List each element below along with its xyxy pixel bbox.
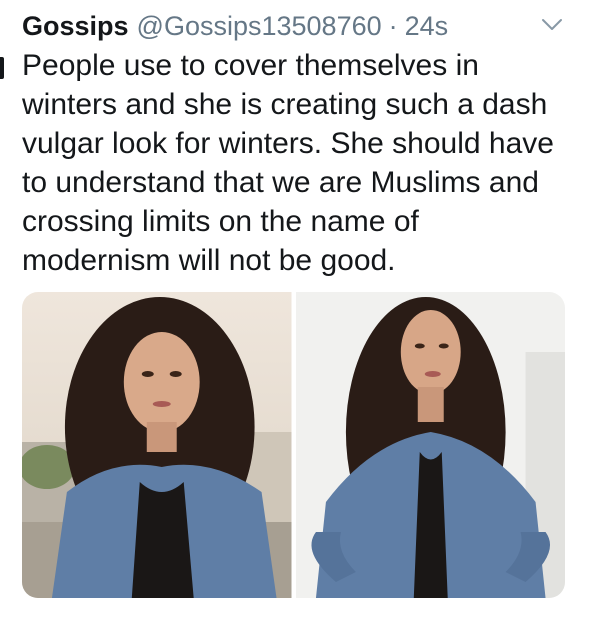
tweet-text: People use to cover themselves in winter…: [22, 46, 567, 280]
media-photo-1[interactable]: [22, 292, 292, 598]
author-name[interactable]: Gossips: [22, 11, 129, 42]
photo-woman-denim-outdoor: [22, 292, 292, 598]
thread-indicator: [0, 57, 4, 79]
tweet-header: Gossips @Gossips13508760 · 24s: [22, 8, 579, 44]
separator-dot: ·: [388, 10, 398, 41]
tweet-text-line: to understand that we are Muslims and: [22, 166, 539, 199]
author-handle[interactable]: @Gossips13508760: [137, 11, 382, 42]
tweet-timestamp[interactable]: 24s: [405, 11, 449, 42]
tweet-media[interactable]: [22, 292, 565, 598]
tweet-text-line: modernism will not be good.: [22, 244, 396, 277]
chevron-down-icon[interactable]: [541, 18, 563, 32]
media-photo-2[interactable]: [295, 292, 565, 598]
tweet-text-line: winters and she is creating such a dash: [22, 88, 548, 121]
tweet-text-line: crossing limits on the name of: [22, 205, 419, 238]
photo-woman-denim-white-wall: [295, 292, 565, 598]
tweet-text-line: People use to cover themselves in: [22, 49, 479, 82]
tweet-text-line: vulgar look for winters. She should have: [22, 127, 554, 160]
